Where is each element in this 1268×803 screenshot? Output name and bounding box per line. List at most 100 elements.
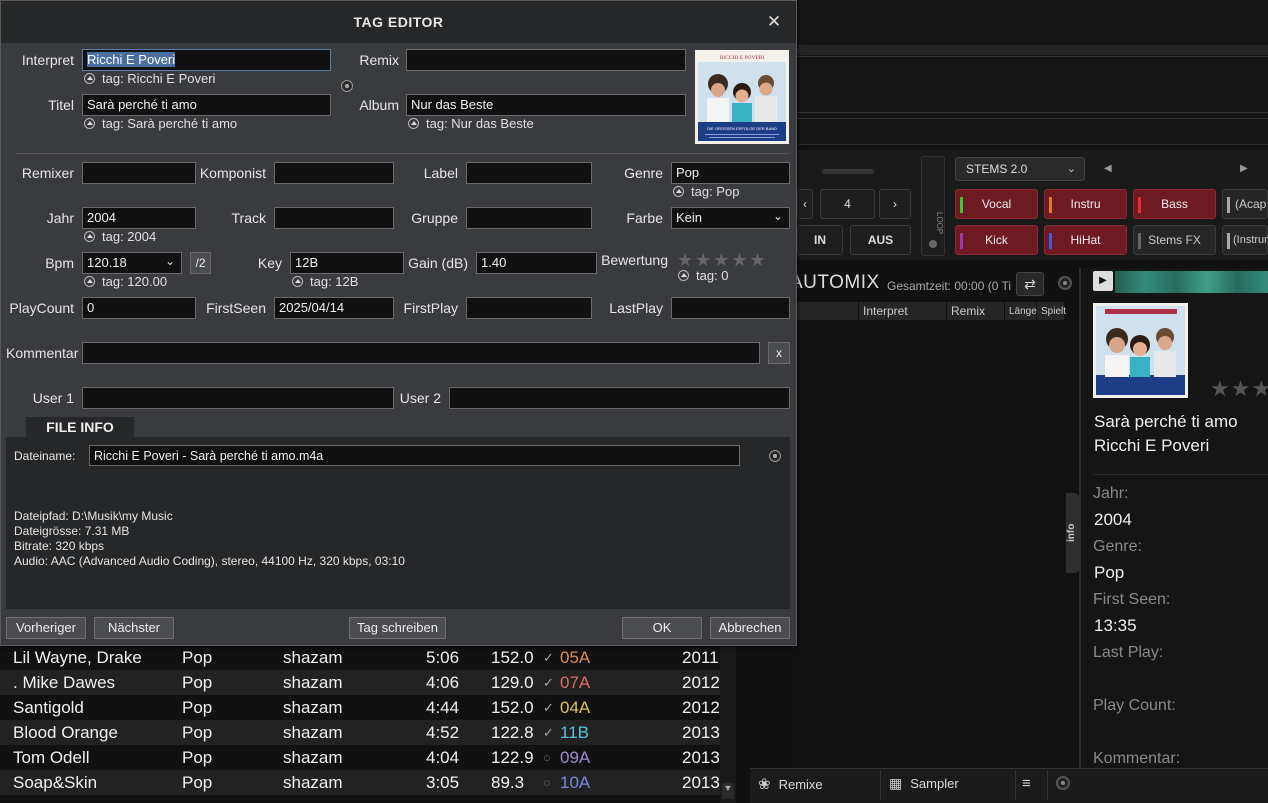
scroll-down-icon[interactable]: ▼ bbox=[722, 783, 734, 799]
automix-options-icon[interactable] bbox=[1058, 276, 1072, 290]
info-tab[interactable]: info bbox=[1066, 493, 1080, 573]
file-options-icon[interactable] bbox=[769, 450, 781, 462]
key-tag[interactable]: tag: 12B bbox=[292, 274, 358, 289]
track-field[interactable] bbox=[274, 207, 394, 229]
firstplay-field[interactable] bbox=[466, 297, 592, 319]
swap-icon[interactable] bbox=[341, 80, 353, 92]
file-bitrate: Bitrate: 320 kbps bbox=[14, 539, 105, 553]
gain-field[interactable]: 1.40 bbox=[476, 252, 597, 274]
interpret-tag[interactable]: tag: Ricchi E Poveri bbox=[84, 71, 215, 86]
key-label: Key bbox=[257, 255, 282, 271]
user2-field[interactable] bbox=[449, 387, 790, 409]
firstseen-field[interactable]: 2025/04/14 bbox=[274, 297, 394, 319]
automix-col-length[interactable]: Länge bbox=[1005, 302, 1037, 320]
stem-instru-button[interactable]: Instru bbox=[1044, 189, 1127, 219]
stem-acapella-button[interactable]: (Acap bbox=[1222, 189, 1268, 219]
genre-field[interactable]: Pop bbox=[671, 162, 790, 184]
titel-field[interactable]: Sarà perché ti amo bbox=[82, 94, 331, 116]
close-icon[interactable]: ✕ bbox=[765, 13, 783, 31]
track-row[interactable]: Santigold Pop shazam 4:44 152.0 04A 2012 ✓ bbox=[0, 695, 720, 720]
bpm-value: 120.18 bbox=[87, 255, 127, 270]
loop-out-button[interactable]: AUS bbox=[850, 225, 911, 255]
user1-field[interactable] bbox=[82, 387, 394, 409]
preview-waveform[interactable] bbox=[1115, 271, 1268, 293]
remixes-tab[interactable]: ❀ Remixe bbox=[758, 775, 823, 793]
bpm-tag[interactable]: tag: 120.00 bbox=[84, 274, 167, 289]
filename-field[interactable]: Ricchi E Poveri - Sarà perché ti amo.m4a bbox=[89, 445, 740, 466]
bewertung-tag[interactable]: tag: 0 bbox=[678, 268, 729, 283]
track-row[interactable]: Tom Odell Pop shazam 4:04 122.9 09A 2013 ○ bbox=[0, 745, 720, 770]
playcount-field[interactable]: 0 bbox=[82, 297, 196, 319]
next-button[interactable]: Nächster bbox=[94, 617, 174, 639]
remix-field[interactable] bbox=[406, 49, 686, 71]
chevron-down-icon: ⌄ bbox=[1066, 163, 1076, 175]
stem-kick-button[interactable]: Kick bbox=[955, 225, 1038, 255]
stems-select[interactable]: STEMS 2.0 ⌄ bbox=[955, 157, 1085, 181]
stems-next-icon[interactable]: ▶ bbox=[1240, 163, 1248, 174]
track-row[interactable]: . Mike Dawes Pop shazam 4:06 129.0 07A 2012 ✓ bbox=[0, 670, 720, 695]
stem-bass-button[interactable]: Bass bbox=[1133, 189, 1216, 219]
jahr-tag[interactable]: tag: 2004 bbox=[84, 229, 156, 244]
stem-vocal-button[interactable]: Vocal bbox=[955, 189, 1038, 219]
preview-play-icon[interactable]: ▶ bbox=[1093, 271, 1113, 291]
track-row[interactable]: Soap&Skin Pop shazam 3:05 89.3 10A 2013 ○ bbox=[0, 770, 720, 795]
track-row[interactable]: Blood Orange Pop shazam 4:52 122.8 11B 2013 ✓ bbox=[0, 720, 720, 745]
key-field[interactable]: 12B bbox=[290, 252, 404, 274]
browser-scrollbar[interactable] bbox=[720, 645, 736, 803]
farbe-select[interactable]: Kein ⌄ bbox=[671, 207, 790, 229]
lastplay-field[interactable] bbox=[671, 297, 790, 319]
track-key: 07A bbox=[560, 673, 591, 692]
remixer-field[interactable] bbox=[82, 162, 196, 184]
dialog-title: TAG EDITOR bbox=[1, 1, 796, 43]
bottom-options-icon[interactable] bbox=[1056, 776, 1070, 790]
clear-comment-button[interactable]: x bbox=[768, 342, 790, 364]
label-field[interactable] bbox=[466, 162, 592, 184]
titel-tag[interactable]: tag: Sarà perché ti amo bbox=[84, 116, 237, 131]
loop-indicator bbox=[929, 240, 937, 248]
stems-prev-icon[interactable]: ◀ bbox=[1104, 163, 1112, 174]
bpm-half-button[interactable]: /2 bbox=[190, 252, 211, 274]
album-field[interactable]: Nur das Beste bbox=[406, 94, 686, 116]
loop-in-button[interactable]: IN bbox=[797, 225, 843, 255]
automix-col-interpret[interactable]: Interpret bbox=[859, 302, 947, 320]
jahr-field[interactable]: 2004 bbox=[82, 207, 196, 229]
stem-hihat-button[interactable]: HiHat bbox=[1044, 225, 1127, 255]
track-year: 2013 bbox=[682, 773, 720, 792]
album-tag[interactable]: tag: Nur das Beste bbox=[408, 116, 534, 131]
info-first-seen-label: First Seen: bbox=[1093, 591, 1171, 608]
previous-button[interactable]: Vorheriger bbox=[6, 617, 86, 639]
interpret-field[interactable]: Ricchi E Poveri bbox=[82, 49, 331, 71]
write-tag-button[interactable]: Tag schreiben bbox=[349, 617, 446, 639]
automix-col-remix[interactable]: Remix bbox=[947, 302, 1005, 320]
file-info-tab[interactable]: FILE INFO bbox=[26, 417, 134, 437]
playcount-label: PlayCount bbox=[9, 300, 74, 316]
genre-tag[interactable]: tag: Pop bbox=[673, 184, 739, 199]
pitch-slider[interactable] bbox=[822, 169, 874, 174]
track-artist: Santigold bbox=[13, 698, 84, 717]
ok-button[interactable]: OK bbox=[622, 617, 702, 639]
track-row[interactable]: Lil Wayne, Drake Pop shazam 5:06 152.0 05A 201… bbox=[0, 645, 720, 670]
remix-label: Remix bbox=[359, 52, 399, 68]
sampler-tab[interactable]: ▦ Sampler bbox=[889, 775, 959, 792]
loop-prev-button[interactable]: ‹ bbox=[797, 189, 813, 219]
kommentar-field[interactable] bbox=[82, 342, 760, 364]
info-rating[interactable]: ★★★ bbox=[1210, 376, 1268, 402]
komponist-field[interactable] bbox=[274, 162, 394, 184]
gruppe-field[interactable] bbox=[466, 207, 592, 229]
cover-art[interactable]: RICCHI E POVERI DIE GROSSEN ERFOLGE DER … bbox=[695, 50, 789, 144]
browser-track-list[interactable]: Lil Wayne, Drake Pop shazam 5:06 152.0 05A 201… bbox=[0, 645, 720, 795]
info-cover-art bbox=[1093, 303, 1188, 398]
info-title: Sarà perché ti amo bbox=[1094, 412, 1238, 431]
tag-up-icon bbox=[84, 73, 95, 84]
automix-list[interactable] bbox=[797, 320, 1078, 765]
shuffle-icon[interactable]: ⇄ bbox=[1016, 272, 1044, 296]
list-menu-icon[interactable]: ≡ bbox=[1022, 775, 1031, 792]
loop-next-button[interactable]: › bbox=[879, 189, 911, 219]
automix-col-played[interactable]: Spielt bbox=[1037, 302, 1066, 320]
bpm-select[interactable]: 120.18 ⌄ bbox=[82, 252, 182, 274]
gain-label: Gain (dB) bbox=[408, 255, 468, 271]
stem-fx-button[interactable]: Stems FX bbox=[1133, 225, 1216, 255]
genre-label: Genre bbox=[624, 165, 663, 181]
cancel-button[interactable]: Abbrechen bbox=[710, 617, 790, 639]
stem-instrumental-button[interactable]: (Instrum bbox=[1222, 225, 1268, 255]
